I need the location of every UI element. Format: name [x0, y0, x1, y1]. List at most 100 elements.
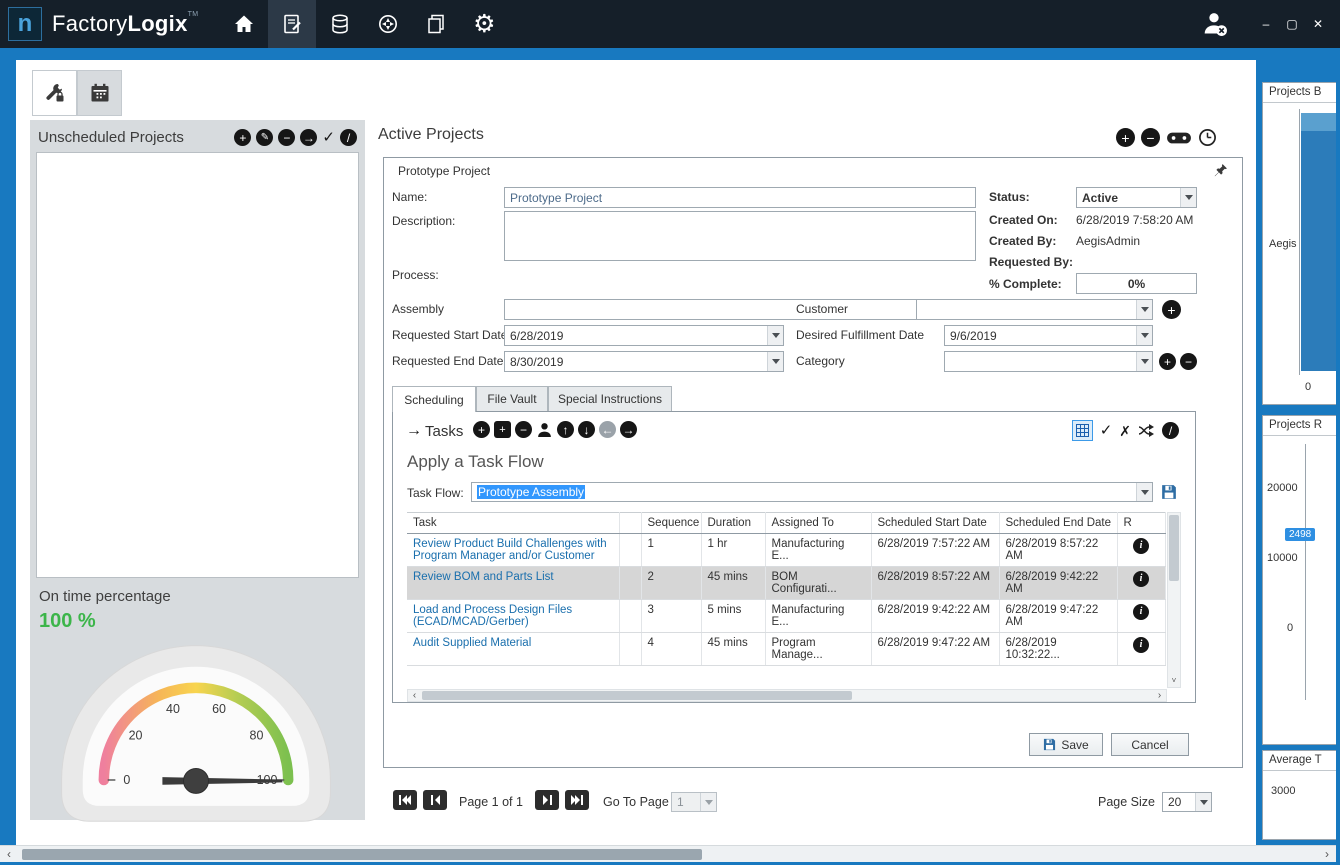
scroll-right-icon[interactable]: ›: [1153, 691, 1166, 701]
save-button[interactable]: Save: [1029, 733, 1103, 756]
customer-combo[interactable]: [916, 299, 1153, 320]
task-table-row[interactable]: Review BOM and Parts List 2 45 mins BOM …: [407, 567, 1165, 600]
materials-nav-button[interactable]: [316, 0, 364, 48]
task-name-link[interactable]: Load and Process Design Files (ECAD/MCAD…: [407, 600, 619, 633]
scrollbar-thumb[interactable]: [22, 849, 702, 860]
remove-category-icon[interactable]: [1180, 353, 1197, 370]
created-by-value: AegisAdmin: [1076, 234, 1140, 248]
scrollbar-thumb[interactable]: [1169, 515, 1179, 581]
col-end[interactable]: Scheduled End Date: [999, 513, 1117, 534]
task-duration: 5 mins: [701, 600, 765, 633]
accept-schedule-icon[interactable]: ✓: [1100, 423, 1113, 438]
requested-end-combo[interactable]: 8/30/2019: [504, 351, 784, 372]
documents-nav-button[interactable]: [412, 0, 460, 48]
add-tasks-from-template-icon[interactable]: +: [494, 421, 511, 438]
status-combo[interactable]: Active: [1076, 187, 1197, 208]
tab-detail-file-vault[interactable]: File Vault: [476, 386, 548, 411]
window-horizontal-scrollbar[interactable]: ‹ ›: [0, 845, 1336, 862]
move-task-down-icon[interactable]: [578, 421, 595, 438]
auto-schedule-button[interactable]: [1072, 420, 1093, 441]
indent-task-icon[interactable]: [620, 421, 637, 438]
scrollbar-thumb[interactable]: [422, 691, 852, 700]
settings-nav-button[interactable]: ⚙: [460, 0, 508, 48]
prev-page-button[interactable]: [423, 790, 447, 810]
task-table-row[interactable]: Load and Process Design Files (ECAD/MCAD…: [407, 600, 1165, 633]
add-customer-icon[interactable]: [1162, 300, 1181, 319]
info-icon[interactable]: [1133, 571, 1149, 587]
col-duration[interactable]: Duration: [701, 513, 765, 534]
task-name-link[interactable]: Review Product Build Challenges with Pro…: [407, 534, 619, 567]
info-icon[interactable]: [1133, 538, 1149, 554]
add-task-icon[interactable]: [473, 421, 490, 438]
scroll-right-icon[interactable]: ›: [1320, 847, 1334, 861]
remove-active-project-icon[interactable]: [1141, 128, 1160, 147]
scroll-down-icon[interactable]: ˅: [1168, 674, 1180, 687]
shuffle-icon[interactable]: [1138, 424, 1155, 437]
tab-detail-scheduling[interactable]: Scheduling: [392, 386, 476, 412]
minimize-icon[interactable]: –: [1258, 17, 1274, 31]
name-input[interactable]: Prototype Project: [504, 187, 976, 208]
assembly-input[interactable]: [504, 299, 956, 320]
home-nav-button[interactable]: [220, 0, 268, 48]
pin-icon[interactable]: [1214, 163, 1228, 182]
col-r[interactable]: R: [1117, 513, 1165, 534]
tick-0: 0: [1287, 622, 1293, 634]
assign-person-icon[interactable]: [536, 421, 553, 438]
tab-detail-special-instructions[interactable]: Special Instructions: [548, 386, 672, 411]
tab-scheduling[interactable]: [77, 70, 122, 116]
outdent-task-icon[interactable]: [599, 421, 616, 438]
add-category-icon[interactable]: [1159, 353, 1176, 370]
clock-icon[interactable]: [1198, 128, 1217, 147]
on-time-label: On time percentage: [39, 588, 171, 605]
next-page-button[interactable]: [535, 790, 559, 810]
task-name-link[interactable]: Review BOM and Parts List: [407, 567, 619, 600]
scroll-left-icon[interactable]: ‹: [408, 691, 421, 701]
page-size-combo[interactable]: 20: [1162, 792, 1212, 812]
add-active-project-icon[interactable]: [1116, 128, 1135, 147]
production-nav-button[interactable]: [364, 0, 412, 48]
user-button[interactable]: [1200, 9, 1230, 39]
remove-task-icon[interactable]: [515, 421, 532, 438]
tasks-horizontal-scrollbar[interactable]: ‹ ›: [407, 689, 1167, 702]
gamepad-icon[interactable]: [1166, 130, 1192, 146]
description-input[interactable]: [504, 211, 976, 261]
save-floppy-icon: [1043, 738, 1056, 751]
col-assigned[interactable]: Assigned To: [765, 513, 871, 534]
cancel-button[interactable]: Cancel: [1111, 733, 1189, 756]
task-flow-combo[interactable]: Prototype Assembly: [471, 482, 1153, 502]
task-sequence: 4: [641, 633, 701, 666]
task-table-row[interactable]: Audit Supplied Material 4 45 mins Progra…: [407, 633, 1165, 666]
edit-project-icon[interactable]: [256, 129, 273, 146]
requested-start-combo[interactable]: 6/28/2019: [504, 325, 784, 346]
check-icon[interactable]: ✓: [322, 130, 335, 145]
category-combo[interactable]: [944, 351, 1153, 372]
pct-complete-value: 0%: [1076, 273, 1197, 294]
projects-nav-button[interactable]: [268, 0, 316, 48]
close-icon[interactable]: ✕: [1310, 17, 1326, 31]
last-page-button[interactable]: [565, 790, 589, 810]
first-page-button[interactable]: [393, 790, 417, 810]
add-project-icon[interactable]: [234, 129, 251, 146]
task-table-row[interactable]: Review Product Build Challenges with Pro…: [407, 534, 1165, 567]
save-task-flow-button[interactable]: [1159, 482, 1179, 502]
cancel-slash-icon[interactable]: [340, 129, 357, 146]
scroll-left-icon[interactable]: ‹: [2, 847, 16, 861]
tab-configuration[interactable]: [32, 70, 77, 116]
info-icon[interactable]: [1133, 604, 1149, 620]
col-start[interactable]: Scheduled Start Date: [871, 513, 999, 534]
maximize-icon[interactable]: ▢: [1284, 17, 1300, 31]
unscheduled-projects-list[interactable]: [36, 152, 359, 578]
task-name-link[interactable]: Audit Supplied Material: [407, 633, 619, 666]
col-task[interactable]: Task: [407, 513, 619, 534]
goto-page-combo[interactable]: 1: [671, 792, 717, 812]
col-sequence[interactable]: Sequence: [641, 513, 701, 534]
promote-project-icon[interactable]: [300, 129, 317, 146]
clear-schedule-icon[interactable]: [1162, 422, 1179, 439]
info-icon[interactable]: [1133, 637, 1149, 653]
remove-project-icon[interactable]: [278, 129, 295, 146]
desired-fulfillment-combo[interactable]: 9/6/2019: [944, 325, 1153, 346]
move-task-up-icon[interactable]: [557, 421, 574, 438]
task-scheduled-start: 6/28/2019 7:57:22 AM: [871, 534, 999, 567]
tasks-vertical-scrollbar[interactable]: ˅: [1167, 512, 1181, 688]
reject-schedule-icon[interactable]: ✗: [1119, 424, 1131, 438]
